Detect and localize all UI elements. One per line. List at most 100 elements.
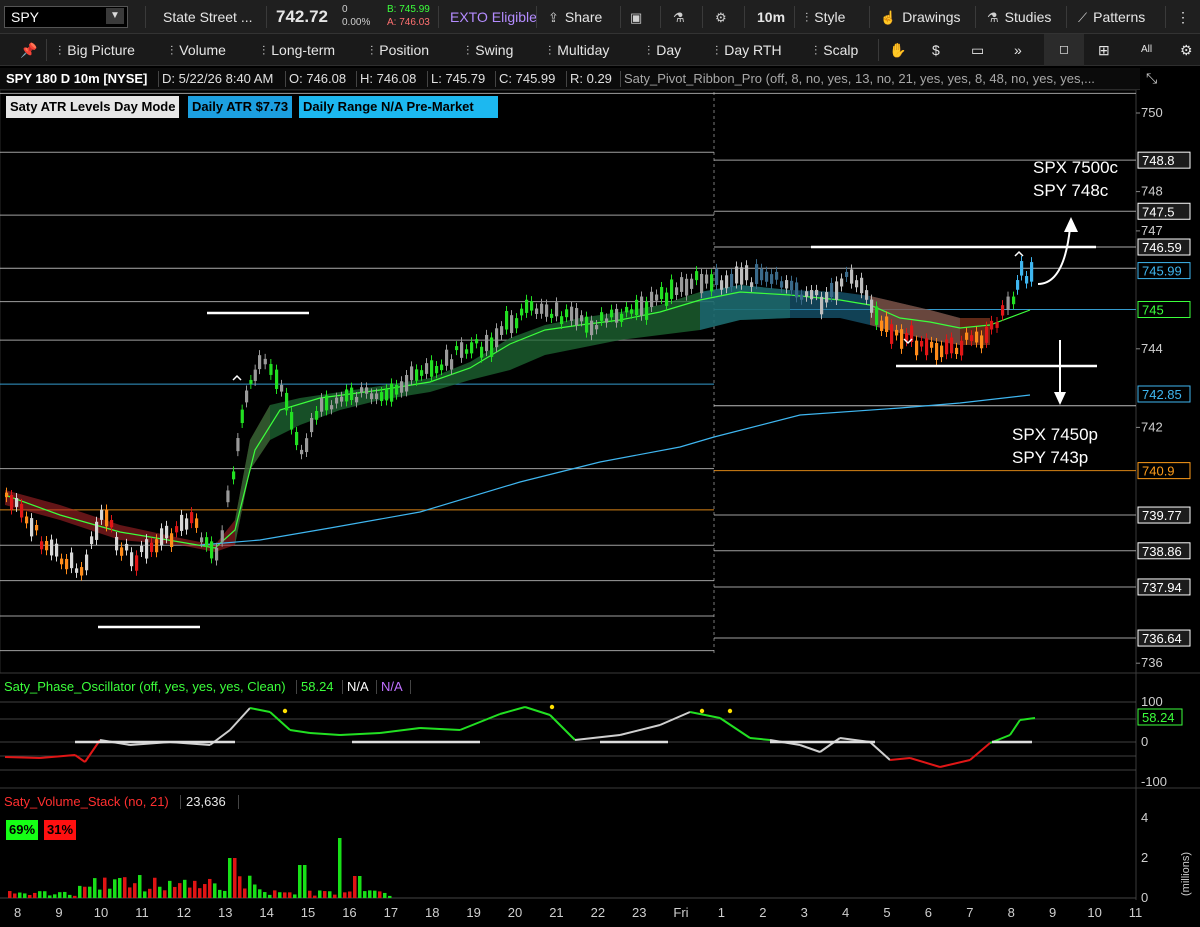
divider bbox=[410, 680, 411, 694]
buy-volume-badge: 69% bbox=[6, 820, 39, 840]
candle-body bbox=[480, 346, 484, 358]
volume-bar bbox=[183, 879, 187, 898]
candle-body bbox=[690, 278, 694, 289]
volume-bar bbox=[123, 877, 127, 898]
candle-body bbox=[295, 431, 299, 446]
atr-mode-badge: Saty ATR Levels Day Mode bbox=[6, 96, 180, 118]
call-annotation-spx: SPX 7500c bbox=[1033, 158, 1119, 177]
oscillator-title[interactable]: Saty_Phase_Oscillator (off, yes, yes, ye… bbox=[4, 677, 286, 697]
volume-bar bbox=[283, 892, 287, 898]
candle-body bbox=[1006, 296, 1010, 311]
candle-body bbox=[670, 279, 674, 299]
osc-tick-label: -100 bbox=[1141, 774, 1167, 789]
price-level-label: 736.64 bbox=[1142, 631, 1182, 646]
candle-body bbox=[505, 311, 509, 330]
candle-body bbox=[485, 334, 489, 352]
volume-bar bbox=[158, 886, 162, 898]
time-tick-label: 17 bbox=[384, 905, 398, 920]
volume-bar bbox=[368, 890, 372, 898]
oscillator-line bbox=[419, 727, 461, 731]
volume-bar bbox=[373, 890, 377, 898]
time-tick-label: 21 bbox=[549, 905, 563, 920]
candle-body bbox=[945, 339, 949, 355]
candle-body bbox=[975, 331, 979, 343]
candle-body bbox=[180, 514, 184, 531]
candle-body bbox=[310, 418, 314, 433]
price-tick-label: 744 bbox=[1141, 341, 1163, 356]
oscillator-line bbox=[619, 724, 661, 736]
candle-body bbox=[710, 274, 714, 292]
volume-bar bbox=[218, 889, 222, 898]
candle-body bbox=[745, 265, 749, 281]
volume-bar bbox=[173, 886, 177, 898]
volume-bar bbox=[38, 891, 42, 898]
oscillator-line bbox=[269, 711, 291, 731]
candle-body bbox=[1030, 262, 1034, 282]
volume-bar bbox=[213, 883, 217, 898]
candle-body bbox=[510, 315, 514, 334]
price-level-label: 745 bbox=[1142, 303, 1164, 318]
price-level-label: 748.8 bbox=[1142, 153, 1175, 168]
volume-bar bbox=[258, 889, 262, 898]
candle-body bbox=[435, 365, 439, 374]
oscillator-line bbox=[909, 757, 941, 768]
volume-bar bbox=[363, 891, 367, 898]
up-arrow-curve bbox=[1037, 227, 1071, 285]
candle-body bbox=[860, 277, 864, 294]
candle-body bbox=[245, 390, 249, 403]
candle-body bbox=[660, 286, 664, 300]
candle-body bbox=[65, 558, 69, 570]
candle-body bbox=[960, 340, 964, 356]
candle-body bbox=[200, 537, 204, 543]
price-level-label: 742.85 bbox=[1142, 387, 1182, 402]
volume-bar bbox=[88, 886, 92, 898]
volume-bar bbox=[133, 883, 137, 898]
volume-bar bbox=[318, 890, 322, 898]
volume-bar bbox=[108, 888, 112, 898]
volume-bar bbox=[238, 876, 242, 898]
candle-body bbox=[450, 359, 454, 370]
volume-bar bbox=[73, 895, 77, 898]
chart-grid bbox=[0, 89, 1200, 900]
volume-bar bbox=[93, 878, 97, 898]
candle-body bbox=[430, 360, 434, 377]
oscillator-line bbox=[819, 737, 841, 753]
candle-body bbox=[735, 266, 739, 284]
candle-body bbox=[215, 547, 219, 561]
oscillator-line bbox=[689, 711, 721, 719]
volume-bar bbox=[33, 892, 37, 898]
time-tick-label: 10 bbox=[1087, 905, 1101, 920]
price-tick-label: 750 bbox=[1141, 105, 1163, 120]
candle-body bbox=[130, 552, 134, 567]
daily-atr-badge: Daily ATR $7.73 bbox=[188, 96, 293, 118]
candle-body bbox=[380, 392, 384, 402]
volume-bar bbox=[193, 880, 197, 898]
candle-body bbox=[740, 267, 744, 285]
time-tick-label: 19 bbox=[466, 905, 480, 920]
candle-body bbox=[825, 292, 829, 303]
oscillator-value: 58.24 bbox=[301, 679, 334, 694]
volume-title[interactable]: Saty_Volume_Stack (no, 21) bbox=[4, 792, 169, 812]
candle-body bbox=[890, 324, 894, 344]
volume-bar bbox=[323, 891, 327, 898]
price-pane-border bbox=[0, 89, 1137, 674]
candle-body bbox=[205, 537, 209, 547]
candle-body bbox=[285, 392, 289, 411]
candle-body bbox=[5, 492, 9, 498]
candle-body bbox=[765, 271, 769, 282]
signal-dot bbox=[727, 708, 733, 714]
oscillator-header: Saty_Phase_Oscillator (off, yes, yes, ye… bbox=[0, 677, 1136, 697]
candle-body bbox=[226, 490, 230, 503]
volume-bar bbox=[48, 895, 52, 898]
candle-body bbox=[610, 309, 614, 318]
oscillator-line bbox=[889, 757, 911, 761]
volume-bar bbox=[63, 891, 67, 898]
ribbon-bear-zone bbox=[5, 405, 270, 552]
candle-body bbox=[365, 387, 369, 394]
candle-body bbox=[750, 282, 754, 287]
candle-body bbox=[530, 301, 534, 311]
candle-body bbox=[560, 316, 564, 325]
time-tick-label: 10 bbox=[94, 905, 108, 920]
divider bbox=[180, 795, 181, 809]
candle-body bbox=[410, 366, 414, 381]
